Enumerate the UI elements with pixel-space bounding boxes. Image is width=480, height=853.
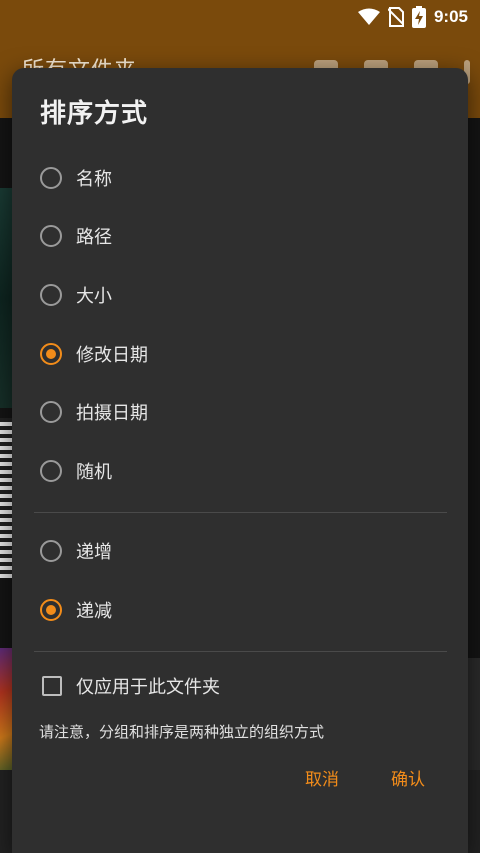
option-label: 修改日期	[76, 345, 148, 366]
battery-charging-icon	[411, 6, 426, 28]
dialog-note: 请注意，分组和排序是两种独立的组织方式	[39, 723, 325, 741]
radio-button[interactable]	[40, 167, 62, 189]
order-option-ascending[interactable]: 递增	[40, 531, 112, 571]
status-bar: 9:05	[0, 0, 480, 34]
status-icons: 9:05	[357, 5, 468, 29]
radio-button[interactable]	[40, 284, 62, 306]
order-option-descending[interactable]: 递减	[40, 590, 112, 630]
sort-dialog: 排序方式 名称 路径 大小 修改日期 拍摄日期 随机 递增 递减 仅应用于此文件…	[12, 68, 468, 853]
option-label: 随机	[76, 462, 112, 483]
radio-button-selected[interactable]	[40, 343, 62, 365]
apply-folder-only-option[interactable]: 仅应用于此文件夹	[40, 666, 220, 706]
option-label: 路径	[76, 227, 112, 248]
sort-option-taken-date[interactable]: 拍摄日期	[40, 392, 148, 432]
radio-button[interactable]	[40, 401, 62, 423]
cancel-button[interactable]: 取消	[305, 765, 339, 790]
divider	[34, 512, 447, 513]
radio-button[interactable]	[40, 540, 62, 562]
confirm-button[interactable]: 确认	[391, 765, 425, 790]
sort-option-path[interactable]: 路径	[40, 216, 112, 256]
sort-option-modified-date[interactable]: 修改日期	[40, 334, 148, 374]
option-label: 递减	[76, 601, 112, 622]
status-time: 9:05	[433, 7, 468, 26]
option-label: 大小	[76, 286, 112, 307]
dialog-title: 排序方式	[40, 99, 149, 129]
option-label: 名称	[76, 169, 112, 190]
wifi-icon	[357, 8, 380, 25]
radio-button[interactable]	[40, 460, 62, 482]
option-label: 拍摄日期	[76, 403, 148, 424]
sort-option-size[interactable]: 大小	[40, 275, 112, 315]
divider	[34, 651, 447, 652]
option-label: 递增	[76, 542, 112, 563]
sort-option-random[interactable]: 随机	[40, 451, 112, 491]
radio-button-selected[interactable]	[40, 599, 62, 621]
no-sim-icon	[387, 7, 404, 27]
sort-option-name[interactable]: 名称	[40, 158, 112, 198]
checkbox-label: 仅应用于此文件夹	[76, 677, 220, 698]
radio-button[interactable]	[40, 225, 62, 247]
checkbox[interactable]	[42, 676, 62, 696]
